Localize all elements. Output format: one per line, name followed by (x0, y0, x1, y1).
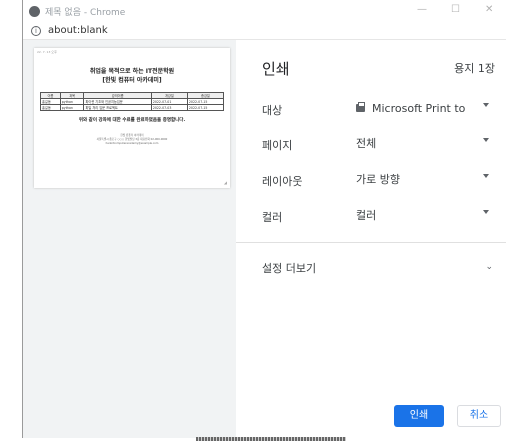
color-select[interactable]: 컬러 (356, 205, 493, 225)
info-icon[interactable]: i (31, 25, 41, 36)
table-cell: 2022-07-15 (186, 104, 225, 111)
window-title: 제목 없음 - Chrome (45, 7, 126, 18)
preview-page: 22. 7. 13 오후 취업을 목적으로 하는 IT전문학원 [한빛 컴퓨터 … (34, 48, 230, 188)
preview-table: 이름 과목 강의이름 개강일 종강일 홍길동 python 파이썬 기초와 인공… (40, 92, 225, 111)
close-button[interactable]: ✕ (485, 4, 493, 15)
title-bar: 제목 없음 - Chrome — ☐ ✕ (23, 0, 506, 22)
taskbar-edge (196, 437, 346, 441)
preview-title-line1: 취업을 목적으로 하는 IT전문학원 (89, 68, 175, 75)
sheet-count: 용지 1장 (454, 62, 495, 75)
cancel-button[interactable]: 취소 (457, 405, 501, 427)
table-cell: 홍길동 (40, 104, 61, 111)
table-row: 홍길동 python 파일 처리 입문 프로젝트 2022-07-03 2022… (40, 104, 225, 111)
destination-select[interactable]: Microsoft Print to (356, 98, 493, 118)
color-label: 컬러 (262, 211, 283, 224)
print-preview-pane: 22. 7. 13 오후 취업을 목적으로 하는 IT전문학원 [한빛 컴퓨터 … (23, 40, 236, 438)
layout-select[interactable]: 가로 방향 (356, 169, 493, 189)
table-cell: 파일 처리 입문 프로젝트 (83, 104, 152, 111)
table-cell: 2022-07-03 (150, 104, 188, 111)
layout-value: 가로 방향 (356, 173, 400, 186)
url-text[interactable]: about:blank (48, 25, 108, 36)
expand-chevron-icon[interactable]: ⌄ (485, 262, 493, 272)
pages-label: 페이지 (262, 139, 293, 152)
print-button[interactable]: 인쇄 (394, 405, 444, 427)
page-fold-icon: ◢ (223, 180, 227, 185)
minimize-button[interactable]: — (417, 4, 427, 15)
preview-corner-text: 22. 7. 13 오후 (37, 50, 57, 54)
layout-label: 레이아웃 (262, 175, 303, 188)
pages-select[interactable]: 전체 (356, 133, 493, 153)
preview-message: 위와 같이 강좌에 대한 수료를 완료하였음을 증명합니다. (78, 118, 186, 123)
chevron-down-icon (483, 138, 489, 142)
color-value: 컬러 (356, 209, 377, 222)
destination-label: 대상 (262, 104, 283, 117)
preview-title: 취업을 목적으로 하는 IT전문학원 [한빛 컴퓨터 아카데미] (34, 67, 230, 85)
browser-window: 제목 없음 - Chrome — ☐ ✕ i about:blank 22. 7… (22, 0, 506, 438)
maximize-button[interactable]: ☐ (451, 4, 460, 15)
chevron-down-icon (483, 210, 489, 214)
preview-title-line2: [한빛 컴퓨터 아카데미] (102, 77, 162, 84)
pages-value: 전체 (356, 137, 377, 150)
divider (236, 242, 506, 243)
preview-footer-line3: hanbitcomputeracademy@example.com (105, 142, 159, 145)
printer-icon (356, 102, 365, 112)
address-bar[interactable]: i about:blank (23, 22, 506, 40)
print-dialog-title: 인쇄 (262, 60, 290, 78)
preview-footer: 한빛 컴퓨터 아카데미 서울특별시 종로구 ○○○ 한빛빌딩 3층 대표전화 0… (34, 134, 230, 146)
print-settings-panel: 인쇄 용지 1장 대상 Microsoft Print to 페이지 전체 레이… (236, 40, 506, 438)
chevron-down-icon (483, 103, 489, 107)
table-cell: python (59, 104, 85, 111)
chrome-logo-icon (29, 5, 40, 17)
more-settings-toggle[interactable]: 설정 더보기 (262, 260, 316, 276)
destination-value: Microsoft Print to (372, 101, 466, 115)
chevron-down-icon (483, 174, 489, 178)
